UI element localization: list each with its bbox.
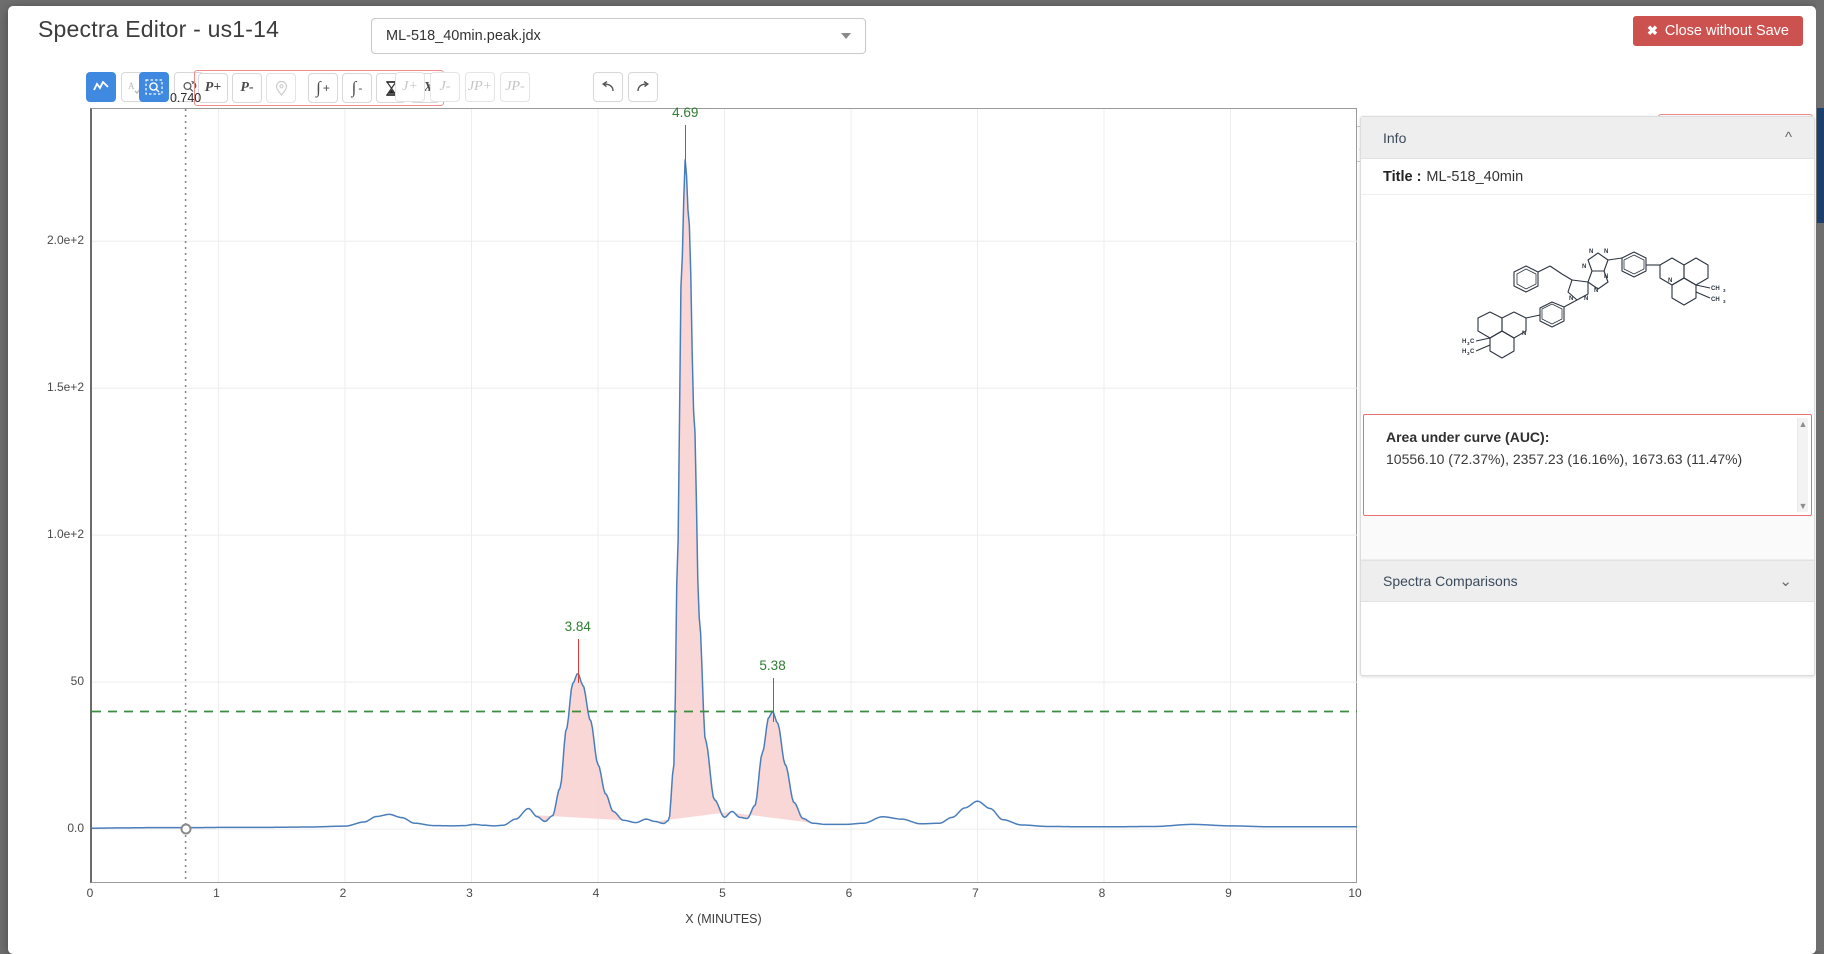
line-chart-tool-button[interactable]	[86, 72, 116, 102]
file-select[interactable]: ML-518_40min.peak.jdx	[371, 18, 866, 54]
map-pin-icon	[275, 81, 288, 96]
spectrum-title-label: Title :	[1383, 169, 1421, 185]
spectrum-title-value: ML-518_40min	[1426, 169, 1523, 185]
toolbar-group-history	[593, 72, 658, 102]
x-tick-label: 1	[213, 886, 220, 900]
background-accent-strip	[1817, 108, 1824, 223]
x-tick-label: 10	[1348, 886, 1361, 900]
peak-label[interactable]: 3.84	[565, 619, 591, 634]
cursor-handle[interactable]	[180, 824, 191, 835]
info-section-title: Info	[1383, 130, 1406, 146]
x-tick-label: 9	[1225, 886, 1232, 900]
x-tick-label: 3	[466, 886, 473, 900]
svg-text:C: C	[1470, 339, 1475, 345]
peak-marker[interactable]	[685, 125, 686, 169]
x-tick-label: 7	[972, 886, 979, 900]
jp-add-button[interactable]: JP+	[465, 72, 495, 102]
editor-toolbar: A P+	[8, 64, 1816, 110]
y-tick-label: 1.5e+2	[8, 380, 84, 394]
svg-text:N: N	[1522, 331, 1526, 337]
j-remove-button[interactable]: J-	[430, 72, 460, 102]
svg-text:H: H	[1462, 339, 1466, 345]
peak-label[interactable]: 4.69	[672, 105, 698, 120]
svg-text:A: A	[128, 81, 135, 91]
peak-add-button[interactable]: P+	[198, 73, 228, 103]
chromatogram-chart[interactable]: Y (mAU) X (MINUTES) 0.7403.844.695.38 0.…	[8, 106, 1358, 906]
undo-icon	[600, 81, 616, 93]
x-tick-label: 4	[593, 886, 600, 900]
svg-text:N: N	[1604, 249, 1608, 255]
page-title: Spectra Editor - us1-14	[38, 16, 279, 43]
svg-text:CH: CH	[1711, 286, 1720, 292]
spectra-comparisons-header[interactable]: Spectra Comparisons ⌄	[1361, 560, 1814, 602]
plot-svg	[92, 109, 1357, 882]
cursor-position-label: 0.740	[170, 91, 201, 105]
auc-values: 10556.10 (72.37%), 2357.23 (16.16%), 167…	[1386, 451, 1791, 467]
j-add-button[interactable]: J+	[395, 72, 425, 102]
chevron-down-icon	[841, 33, 851, 39]
y-tick-label: 50	[8, 674, 84, 688]
svg-text:3: 3	[1723, 299, 1726, 304]
close-without-save-button[interactable]: ✖ Close without Save	[1633, 16, 1803, 46]
close-button-label: Close without Save	[1665, 23, 1789, 39]
scroll-up-icon[interactable]: ▲	[1798, 419, 1808, 429]
peak-remove-button[interactable]: P-	[232, 73, 262, 103]
x-axis-title: X (MINUTES)	[90, 912, 1357, 926]
peak-marker[interactable]	[578, 639, 579, 683]
svg-text:N: N	[1589, 249, 1593, 255]
redo-icon	[635, 81, 651, 93]
redo-button[interactable]	[628, 72, 658, 102]
undo-button[interactable]	[593, 72, 623, 102]
spectrum-title-row: Title : ML-518_40min	[1361, 159, 1814, 195]
svg-text:N: N	[1594, 288, 1598, 294]
y-tick-label: 2.0e+2	[8, 233, 84, 247]
y-tick-label: 0.0	[8, 821, 84, 835]
svg-text:CH: CH	[1711, 297, 1720, 303]
zoom-select-icon	[145, 79, 163, 95]
molecule-structure-svg: NN NN NN N NN CH3 CH3 H3C H3C	[1438, 208, 1738, 398]
zoom-select-tool-button[interactable]	[139, 72, 169, 102]
svg-text:C: C	[1470, 349, 1475, 355]
peak-pin-button[interactable]	[266, 73, 296, 103]
svg-text:3: 3	[1723, 288, 1726, 293]
svg-text:N: N	[1668, 278, 1672, 284]
info-panel: Info ^ Title : ML-518_40min	[1360, 116, 1815, 676]
svg-text:N: N	[1569, 296, 1573, 302]
svg-text:N: N	[1584, 296, 1588, 302]
file-select-value: ML-518_40min.peak.jdx	[372, 28, 841, 44]
integral-remove-button[interactable]: ∫-	[342, 73, 372, 103]
auc-box: Area under curve (AUC): 10556.10 (72.37%…	[1363, 414, 1812, 516]
info-accordion-header[interactable]: Info ^	[1361, 117, 1814, 159]
auc-scrollbar[interactable]: ▲ ▼	[1797, 418, 1808, 512]
chevron-down-icon[interactable]: ⌄	[1779, 572, 1792, 590]
line-chart-icon	[93, 81, 109, 93]
toolbar-group-j-coupling: J+ J- JP+ JP-	[395, 72, 530, 102]
panel-spacer	[1361, 516, 1814, 560]
x-tick-label: 2	[340, 886, 347, 900]
chevron-up-icon[interactable]: ^	[1785, 129, 1792, 146]
spectra-editor-window: Spectra Editor - us1-14 ML-518_40min.pea…	[8, 6, 1816, 954]
scroll-down-icon[interactable]: ▼	[1798, 501, 1808, 511]
window-header: Spectra Editor - us1-14 ML-518_40min.pea…	[8, 6, 1816, 64]
molecule-structure: NN NN NN N NN CH3 CH3 H3C H3C	[1361, 195, 1814, 410]
x-tick-label: 6	[846, 886, 853, 900]
plot-area[interactable]: 0.7403.844.695.38	[90, 108, 1357, 883]
jp-remove-button[interactable]: JP-	[500, 72, 530, 102]
x-tick-label: 0	[87, 886, 94, 900]
svg-text:H: H	[1462, 349, 1466, 355]
integral-add-button[interactable]: ∫+	[308, 73, 338, 103]
auc-title: Area under curve (AUC):	[1386, 429, 1791, 445]
svg-text:N: N	[1582, 264, 1586, 270]
x-tick-label: 8	[1099, 886, 1106, 900]
spectra-comparisons-title: Spectra Comparisons	[1383, 573, 1518, 589]
svg-text:N: N	[1604, 274, 1608, 280]
peak-marker[interactable]	[773, 678, 774, 722]
y-tick-label: 1.0e+2	[8, 527, 84, 541]
peak-label[interactable]: 5.38	[759, 658, 785, 673]
x-tick-label: 5	[719, 886, 726, 900]
close-icon: ✖	[1647, 23, 1658, 39]
